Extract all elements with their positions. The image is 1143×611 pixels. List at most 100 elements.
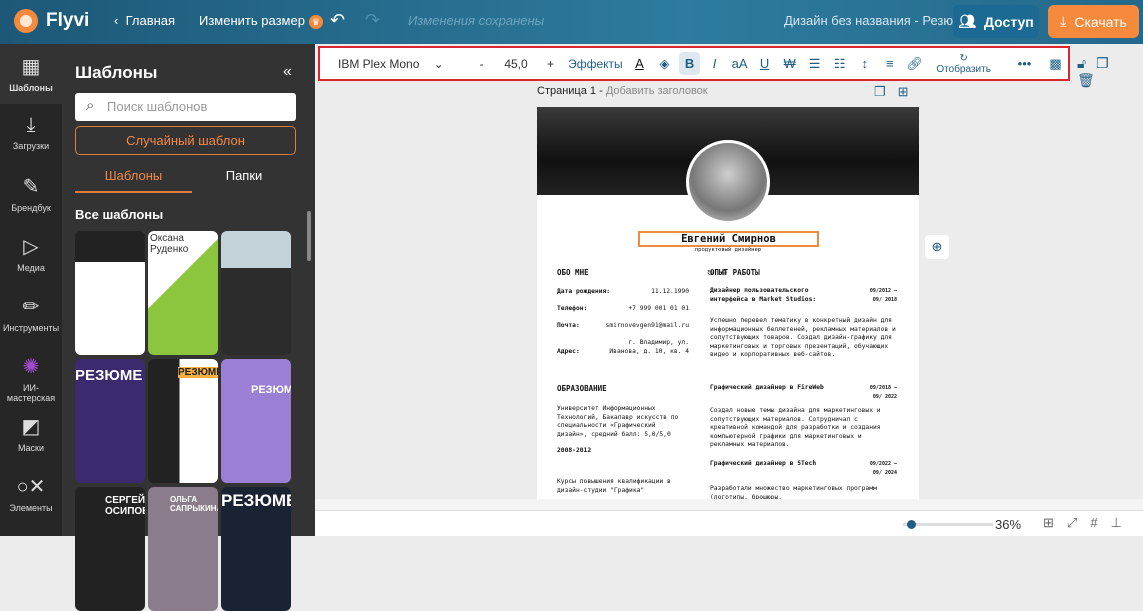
undo-icon[interactable]: ↶ [330, 10, 345, 31]
grid-view-icon[interactable]: ⊞ [1043, 515, 1067, 530]
thumb-title: ОЛЬГА САПРЫКИНА [170, 495, 218, 513]
align-center-icon[interactable]: ≡ [879, 56, 900, 71]
trash-icon[interactable]: 🗑︎ [1077, 72, 1105, 88]
text-color-icon[interactable]: A [629, 56, 650, 71]
template-thumb[interactable]: РЕЗЮМЕ [221, 359, 291, 483]
add-page-icon[interactable]: ⊞ [898, 84, 921, 99]
fill-icon[interactable]: ◈ [654, 56, 675, 72]
link-icon[interactable]: 🔗︎ [904, 56, 925, 72]
upload-icon: ⤓ [26, 114, 36, 136]
template-thumb[interactable]: РЕЗЮМЕ [221, 487, 291, 611]
document-title[interactable]: Дизайн без названия - Резюме [784, 13, 969, 28]
logo[interactable]: Flyvi [14, 9, 89, 33]
template-thumb[interactable]: Оксана Руденко [148, 231, 218, 355]
layout-icon: ▦ [21, 56, 41, 78]
collapse-icon[interactable]: « [283, 63, 292, 81]
thumb-title: РЕЗЮМЕ [251, 384, 291, 396]
resize-label: Изменить размер [199, 13, 305, 28]
underline-icon[interactable]: U [754, 56, 775, 71]
share-button[interactable]: 👥︎ Доступ [953, 5, 1039, 38]
about-value: 11.12.1990 [651, 288, 689, 295]
job-item: Графический дизайнер в FireWeb 09/2018 – … [710, 384, 897, 450]
sidebar-item-brandbook[interactable]: ✎ Брендбук [0, 164, 62, 224]
bullet-list-icon[interactable]: ☰ [804, 56, 825, 72]
add-title-link[interactable]: Добавить заголовок [606, 85, 708, 97]
search-icon: ⌕ [86, 97, 95, 114]
templates-panel: Шаблоны « ⌕ Поиск шаблонов Случайный шабл… [62, 44, 315, 611]
rail-label: Элементы [9, 503, 53, 513]
random-template-button[interactable]: Случайный шаблон [75, 126, 296, 155]
template-thumb[interactable] [221, 231, 291, 355]
sidebar-item-masks[interactable]: ◩ Маски [0, 404, 62, 464]
grid-icon[interactable]: # [1090, 515, 1110, 530]
save-status: Изменения сохранены [408, 13, 545, 28]
sidebar-item-media[interactable]: ▷ Медиа [0, 224, 62, 284]
tab-folders[interactable]: Папки [192, 168, 296, 183]
sidebar-item-tools[interactable]: ✏︎ Инструменты [0, 284, 62, 344]
education-text: Университет Информационных Технологий, Б… [557, 405, 679, 438]
zoom-slider-handle[interactable] [907, 520, 917, 529]
fullscreen-icon[interactable]: ⤢ [1067, 515, 1090, 530]
job-desc: Создал новые темы дизайна для маркетинго… [710, 407, 881, 448]
resize-button[interactable]: Изменить размер ♛ [199, 13, 323, 29]
home-link[interactable]: ‹ Главная [114, 13, 175, 28]
template-thumb[interactable]: ОЛЬГА САПРЫКИНА [148, 487, 218, 611]
template-thumb[interactable]: СЕРГЕЙ ОСИПОВ [75, 487, 145, 611]
education-years: 2008-2012 [557, 447, 592, 454]
panel-scrollbar[interactable] [307, 211, 311, 261]
search-placeholder: Поиск шаблонов [107, 99, 208, 114]
rail-label: Шаблоны [9, 83, 53, 93]
chevron-down-icon[interactable]: ⌄ [434, 57, 463, 71]
crown-icon: ♛ [308, 14, 323, 29]
flip-button[interactable]: ↻ Отобразить [927, 53, 1000, 75]
bottom-bar: 36% ⊞⤢#⊥ [315, 510, 1143, 536]
name-textbox-selected[interactable]: Евгений Смирнов [638, 231, 819, 247]
job-desc: Успешно перевел тематику в конкретный ди… [710, 317, 896, 358]
zoom-level: 36% [995, 517, 1022, 532]
sidebar-item-templates[interactable]: ▦ Шаблоны [0, 44, 62, 104]
page-header: Страница 1 - Добавить заголовок [537, 85, 708, 97]
numbered-list-icon[interactable]: ☷ [829, 56, 850, 72]
about-heading: ОБО МНЕ [557, 268, 589, 277]
guides-icon[interactable]: ⊥ [1111, 515, 1135, 530]
transparency-icon[interactable]: ▩ [1045, 56, 1066, 72]
rail-label: Медиа [17, 263, 45, 273]
zoom-slider[interactable] [903, 520, 993, 529]
redo-icon[interactable]: ↷ [365, 10, 380, 31]
add-element-icon[interactable]: ⊕ [925, 235, 949, 259]
font-size-increase[interactable]: + [537, 57, 564, 71]
font-select[interactable]: IBM Plex Mono [338, 57, 434, 71]
template-thumb[interactable] [75, 231, 145, 355]
case-icon[interactable]: aA [729, 56, 750, 71]
sidebar-rail: ▦ Шаблоны ⤓ Загрузки ✎ Брендбук ▷ Медиа ✏︎ Ин… [0, 44, 62, 536]
font-size-decrease[interactable]: - [468, 57, 495, 71]
effects-button[interactable]: Эффекты [564, 57, 627, 71]
strikethrough-icon[interactable]: ₩ [779, 56, 800, 71]
brandbook-icon: ✎ [22, 176, 40, 198]
sidebar-item-ai[interactable]: ✺ ИИ-мастерская [0, 344, 62, 404]
duplicate-icon[interactable]: ❐ [1096, 55, 1119, 71]
job-title: Графический дизайнер в 5Tech [710, 460, 817, 467]
template-thumb[interactable]: РЕЗЮМЕ [148, 359, 218, 483]
font-size-input[interactable]: 45,0 [495, 57, 537, 71]
media-icon: ▷ [23, 236, 39, 258]
resume-page[interactable]: Евгений Смирнов продуктовый дизайнер ↻✥ … [537, 107, 919, 500]
line-height-icon[interactable]: ↕ [854, 56, 875, 71]
home-label: Главная [125, 13, 176, 28]
search-input[interactable]: ⌕ Поиск шаблонов [75, 93, 296, 121]
download-button[interactable]: ⤓ Скачать [1048, 5, 1139, 38]
thumb-title: СЕРГЕЙ ОСИПОВ [105, 495, 145, 517]
avatar[interactable] [686, 140, 770, 224]
bold-icon[interactable]: B [679, 52, 701, 75]
unlock-icon[interactable]: 🔓︎ [1077, 55, 1096, 71]
more-icon[interactable]: ••• [1014, 56, 1035, 71]
sidebar-item-uploads[interactable]: ⤓ Загрузки [0, 104, 62, 164]
horizontal-scrollbar[interactable] [315, 499, 1143, 510]
italic-icon[interactable]: I [704, 56, 725, 71]
tab-templates[interactable]: Шаблоны [75, 168, 192, 193]
rail-label: Маски [17, 443, 45, 453]
template-thumb[interactable]: РЕЗЮМЕ [75, 359, 145, 483]
ai-icon: ✺ [22, 356, 40, 378]
sidebar-item-elements[interactable]: ○✕ Элементы [0, 464, 62, 524]
duplicate-page-icon[interactable]: ❐ [874, 84, 898, 99]
